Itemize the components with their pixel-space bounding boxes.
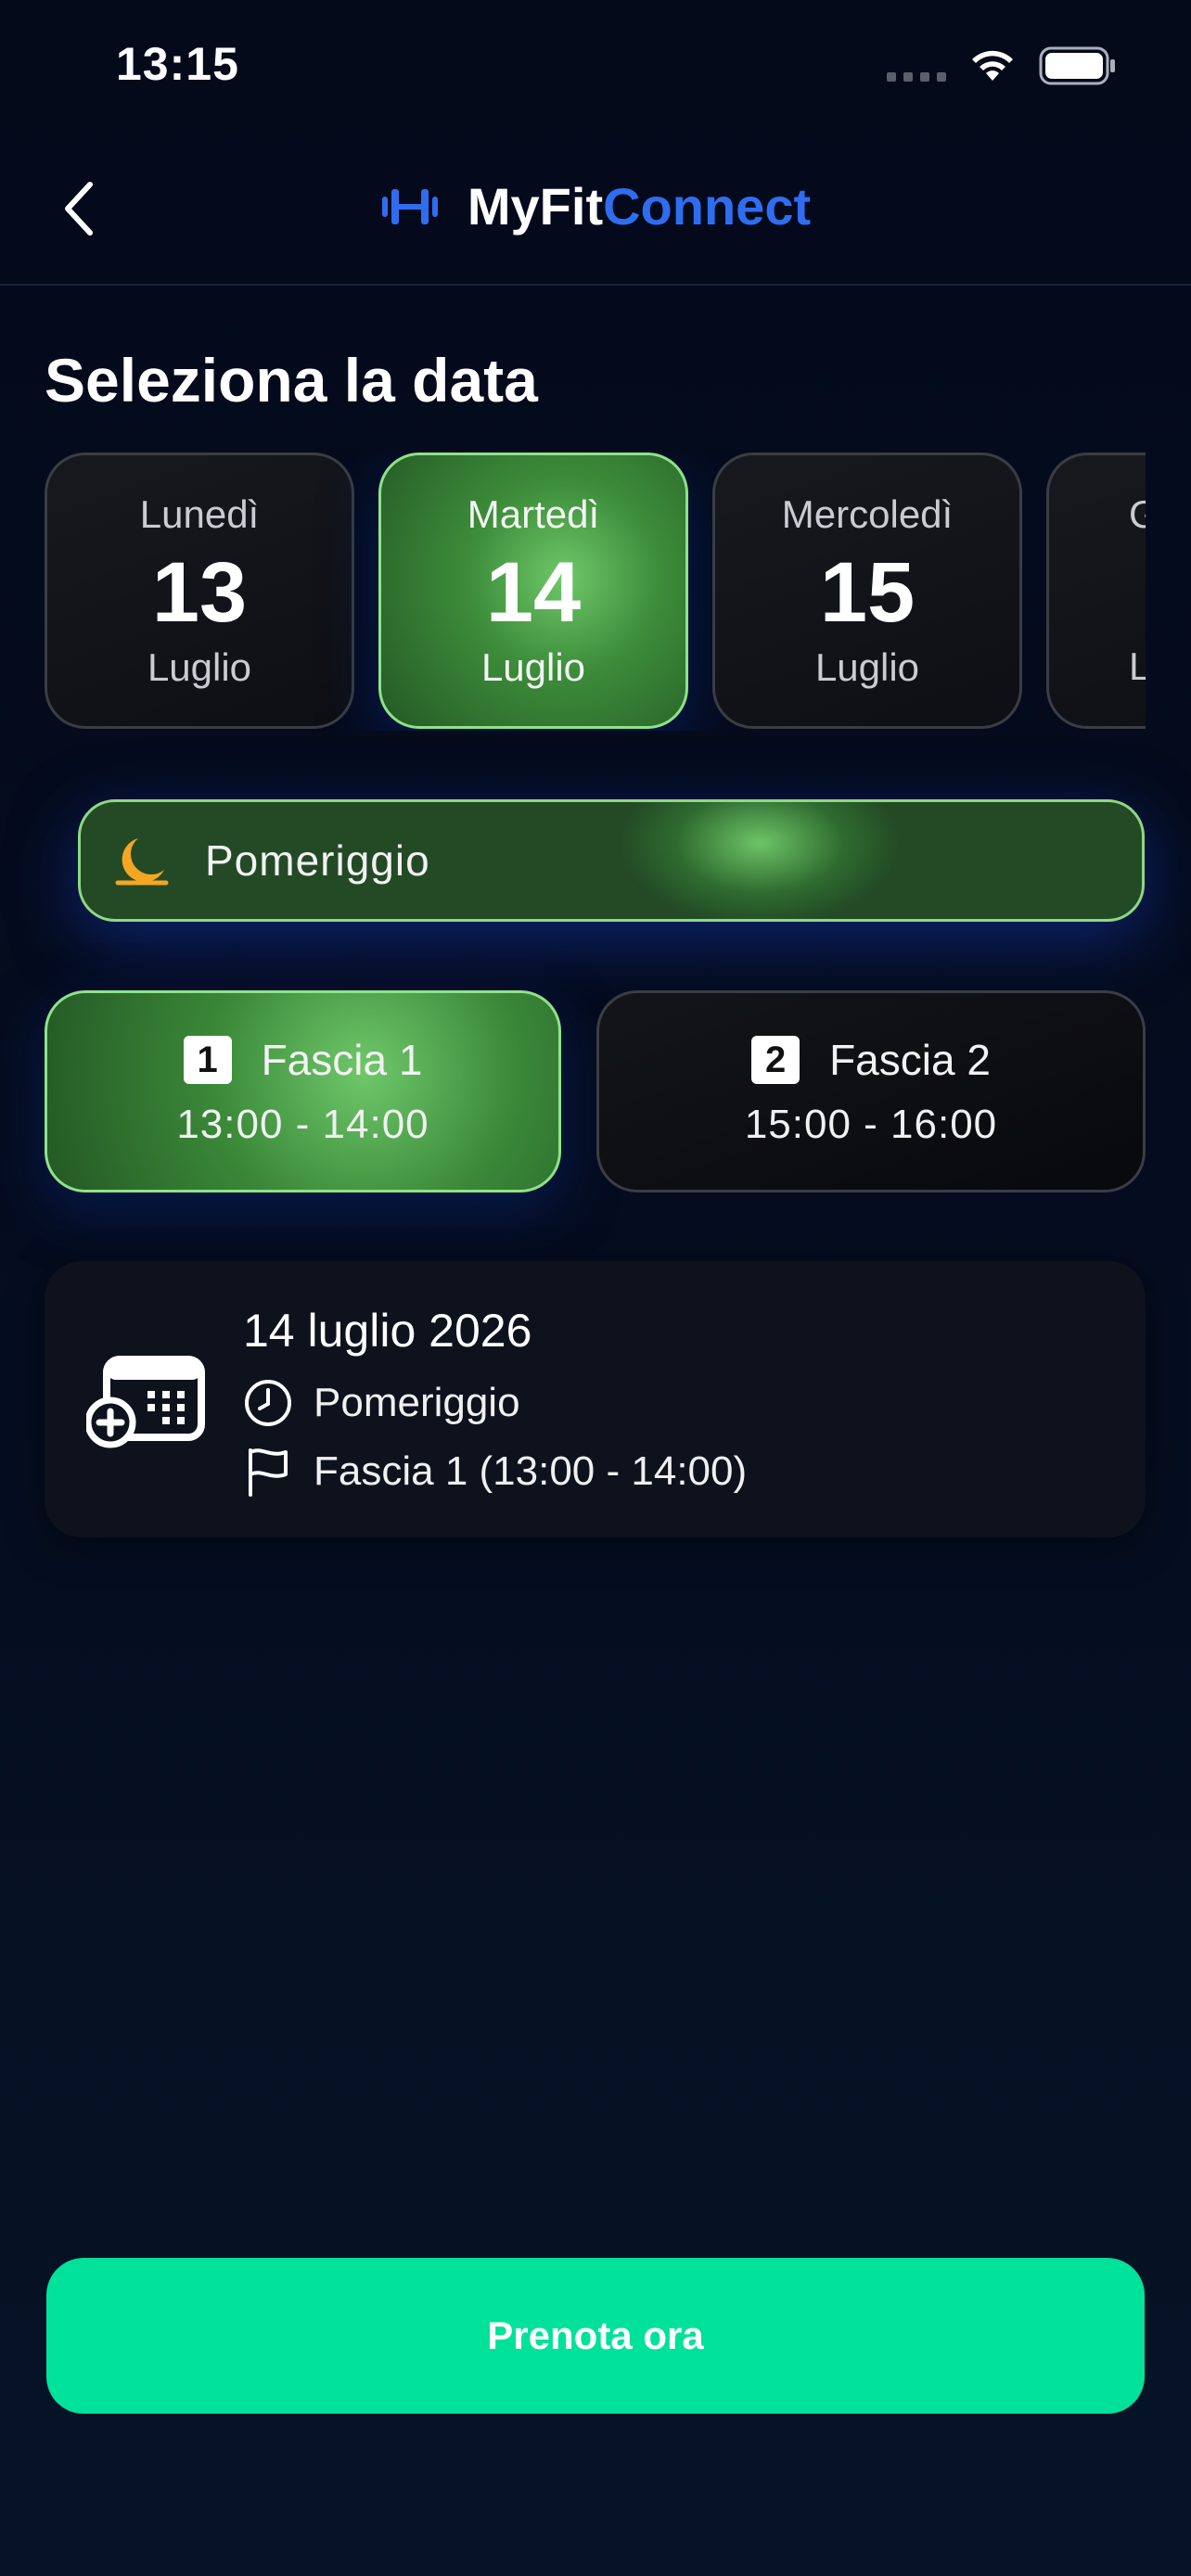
date-weekday: Mercoledì	[781, 491, 954, 536]
slot-number-badge: 1	[183, 1036, 232, 1084]
slot-fascia-1[interactable]: 1 Fascia 1 13:00 - 14:00	[45, 990, 561, 1192]
slot-fascia-2[interactable]: 2 Fascia 2 15:00 - 16:00	[596, 990, 1146, 1192]
slot-name: Fascia 2	[829, 1036, 991, 1084]
brand-accent: Connect	[603, 177, 812, 236]
period-selector[interactable]: Pomeriggio	[78, 799, 1145, 922]
date-weekday: G	[1129, 492, 1146, 536]
nav-bar: MyFitConnect	[0, 139, 1191, 286]
date-day: 14	[485, 544, 582, 640]
period-label: Pomeriggio	[205, 836, 430, 885]
date-day: 15	[819, 544, 916, 640]
moon-icon	[115, 838, 169, 886]
status-bar: 13:15	[0, 0, 1191, 139]
status-time: 13:15	[116, 38, 239, 90]
date-month: Luglio	[814, 644, 920, 689]
signal-icon	[887, 72, 946, 82]
date-day: 13	[151, 544, 248, 640]
date-weekday: Martedì	[467, 491, 600, 536]
booking-summary-card: 14 luglio 2026 Pomeriggio Fascia 1 (13:0…	[45, 1261, 1146, 1537]
slot-name: Fascia 1	[261, 1036, 423, 1084]
summary-date: 14 luglio 2026	[243, 1305, 532, 1357]
slot-number-badge: 2	[751, 1036, 800, 1084]
date-card-13[interactable]: Lunedì 13 Luglio	[45, 453, 354, 729]
wifi-icon	[972, 50, 1013, 81]
slot-time: 13:00 - 14:00	[176, 1102, 429, 1147]
brand-prefix: MyFit	[467, 177, 604, 236]
book-now-button[interactable]: Prenota ora	[46, 2258, 1145, 2414]
date-card-partial[interactable]: G L	[1046, 453, 1146, 729]
summary-slot: Fascia 1 (13:00 - 14:00)	[314, 1448, 748, 1494]
date-month: L	[1129, 644, 1146, 688]
slot-time: 15:00 - 16:00	[744, 1102, 998, 1147]
dumbbell-icon	[381, 188, 438, 224]
summary-period: Pomeriggio	[314, 1380, 520, 1425]
date-card-15[interactable]: Mercoledì 15 Luglio	[712, 453, 1022, 729]
battery-icon	[1039, 46, 1115, 85]
brand: MyFitConnect	[0, 176, 1191, 236]
calendar-add-icon	[86, 1356, 205, 1448]
date-weekday: Lunedì	[139, 491, 260, 536]
status-icons	[887, 46, 1117, 85]
flag-icon	[249, 1448, 288, 1497]
date-card-14[interactable]: Martedì 14 Luglio	[378, 453, 688, 729]
clock-icon	[245, 1380, 291, 1426]
date-strip[interactable]: Lunedì 13 Luglio Martedì 14 Luglio Merco…	[45, 453, 1146, 731]
date-month: Luglio	[480, 644, 586, 689]
summary-period-row: Pomeriggio	[243, 1378, 520, 1428]
page-title: Seleziona la data	[45, 346, 538, 414]
brand-name: MyFitConnect	[467, 176, 811, 236]
summary-slot-row: Fascia 1 (13:00 - 14:00)	[243, 1447, 747, 1497]
date-month: Luglio	[147, 644, 252, 689]
